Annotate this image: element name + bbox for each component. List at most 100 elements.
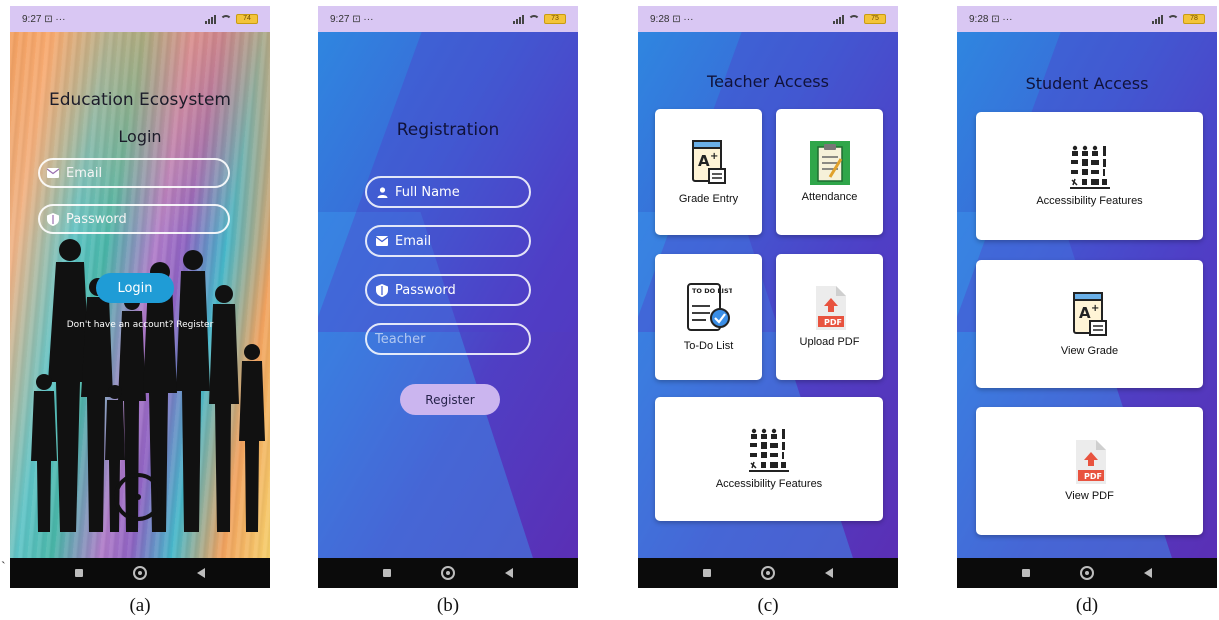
student-screen: Student Access Accessibility Features A … — [957, 32, 1217, 558]
recents-button[interactable] — [75, 569, 83, 577]
upload-pdf-card[interactable]: PDF Upload PDF — [776, 254, 883, 380]
back-button[interactable] — [197, 568, 205, 578]
status-bar: 9:27 ⊡ ··· 73 — [318, 6, 578, 32]
navigation-bar — [10, 558, 270, 588]
grade-a-plus-icon: A + — [691, 140, 726, 184]
todo-list-card[interactable]: TO DO LIST: To-Do List — [655, 254, 762, 380]
pdf-file-icon: PDF — [1075, 440, 1106, 484]
student-title: Student Access — [1025, 74, 1149, 93]
status-time: 9:28 — [650, 13, 670, 25]
navigation-bar — [318, 558, 578, 588]
attendance-label: Attendance — [801, 191, 858, 203]
password-placeholder: Password — [66, 211, 127, 227]
email-field[interactable]: Email — [38, 158, 230, 188]
caption-c: (c) — [757, 595, 779, 616]
app-title: Education Ecosystem — [49, 90, 231, 110]
svg-text:A: A — [1079, 304, 1091, 322]
status-time: 9:27 — [22, 13, 42, 25]
status-bar: 9:28 ⊡ ··· 78 — [957, 6, 1217, 32]
signal-icon — [833, 14, 844, 24]
pdf-badge: PDF — [824, 318, 842, 327]
phone-registration-screen: 9:27 ⊡ ··· 73 Registration Full Name Ema… — [318, 6, 578, 588]
status-time: 9:28 — [969, 13, 989, 25]
back-button[interactable] — [505, 568, 513, 578]
stray-mark: ` — [1, 560, 6, 575]
email-placeholder: Email — [395, 233, 432, 249]
email-field[interactable]: Email — [365, 225, 531, 257]
wifi-icon — [848, 15, 860, 23]
accessibility-features-card[interactable]: Accessibility Features — [976, 112, 1203, 240]
pdf-badge: PDF — [1084, 472, 1102, 481]
signal-icon — [513, 14, 524, 24]
svg-text:+: + — [1091, 303, 1099, 314]
signal-icon — [205, 14, 216, 24]
phone-login-screen: 9:27 ⊡ ··· 74 Education Ecosystem Login … — [10, 6, 270, 588]
todo-list-label: To-Do List — [683, 340, 734, 352]
caption-b: (b) — [436, 595, 460, 616]
wifi-icon — [528, 15, 540, 23]
register-button[interactable]: Register — [400, 384, 500, 415]
accessibility-grid-icon — [749, 428, 789, 472]
login-screen: Education Ecosystem Login Email Password… — [10, 32, 270, 558]
shield-icon — [46, 212, 60, 226]
pdf-file-icon: PDF — [815, 286, 846, 330]
phone-student-screen: 9:28 ⊡ ··· 78 Student Access Accessibili… — [957, 6, 1217, 588]
navigation-bar — [638, 558, 898, 588]
back-button[interactable] — [1144, 568, 1152, 578]
back-button[interactable] — [825, 568, 833, 578]
svg-text:A: A — [698, 152, 710, 170]
email-placeholder: Email — [66, 165, 103, 181]
envelope-icon — [46, 166, 60, 180]
battery-icon: 78 — [1183, 14, 1205, 24]
person-icon — [375, 185, 389, 199]
registration-title: Registration — [396, 120, 500, 140]
full-name-placeholder: Full Name — [395, 184, 460, 200]
recents-button[interactable] — [703, 569, 711, 577]
battery-icon: 74 — [236, 14, 258, 24]
view-pdf-label: View PDF — [1065, 490, 1114, 502]
view-grade-label: View Grade — [1060, 345, 1119, 357]
clipboard-icon — [809, 141, 850, 185]
grade-entry-label: Grade Entry — [678, 193, 739, 205]
password-field[interactable]: Password — [38, 204, 230, 234]
status-more: ⊡ ··· — [672, 13, 694, 25]
home-button[interactable] — [133, 566, 147, 580]
caption-d: (d) — [1075, 595, 1099, 616]
wifi-icon — [1167, 15, 1179, 23]
view-pdf-card[interactable]: PDF View PDF — [976, 407, 1203, 535]
teacher-title: Teacher Access — [707, 72, 829, 91]
todo-list-icon: TO DO LIST: — [686, 283, 732, 331]
todo-icon-text: TO DO LIST: — [692, 287, 732, 295]
status-more: ⊡ ··· — [44, 13, 66, 25]
recents-button[interactable] — [383, 569, 391, 577]
envelope-icon — [375, 234, 389, 248]
registration-screen: Registration Full Name Email Password Te… — [318, 32, 578, 558]
battery-icon: 75 — [864, 14, 886, 24]
login-heading: Login — [118, 127, 162, 146]
status-more: ⊡ ··· — [352, 13, 374, 25]
attendance-card[interactable]: Attendance — [776, 109, 883, 235]
wifi-icon — [220, 15, 232, 23]
accessibility-features-label: Accessibility Features — [715, 478, 823, 490]
role-field[interactable]: Teacher — [365, 323, 531, 355]
grade-entry-card[interactable]: A + Grade Entry — [655, 109, 762, 235]
accessibility-grid-icon — [1069, 145, 1110, 189]
home-button[interactable] — [1080, 566, 1094, 580]
home-button[interactable] — [441, 566, 455, 580]
recents-button[interactable] — [1022, 569, 1030, 577]
upload-pdf-label: Upload PDF — [799, 336, 860, 348]
status-time: 9:27 — [330, 13, 350, 25]
full-name-field[interactable]: Full Name — [365, 176, 531, 208]
login-button[interactable]: Login — [96, 273, 174, 303]
home-button[interactable] — [761, 566, 775, 580]
status-bar: 9:27 ⊡ ··· 74 — [10, 6, 270, 32]
accessibility-features-card[interactable]: Accessibility Features — [655, 397, 883, 521]
status-more: ⊡ ··· — [991, 13, 1013, 25]
svg-text:+: + — [710, 151, 718, 162]
navigation-bar — [957, 558, 1217, 588]
password-field[interactable]: Password — [365, 274, 531, 306]
view-grade-card[interactable]: A + View Grade — [976, 260, 1203, 388]
register-link[interactable]: Don't have an account? Register — [10, 320, 270, 330]
teacher-screen: Teacher Access A + Grade Entry Attendanc… — [638, 32, 898, 558]
shield-icon — [375, 283, 389, 297]
